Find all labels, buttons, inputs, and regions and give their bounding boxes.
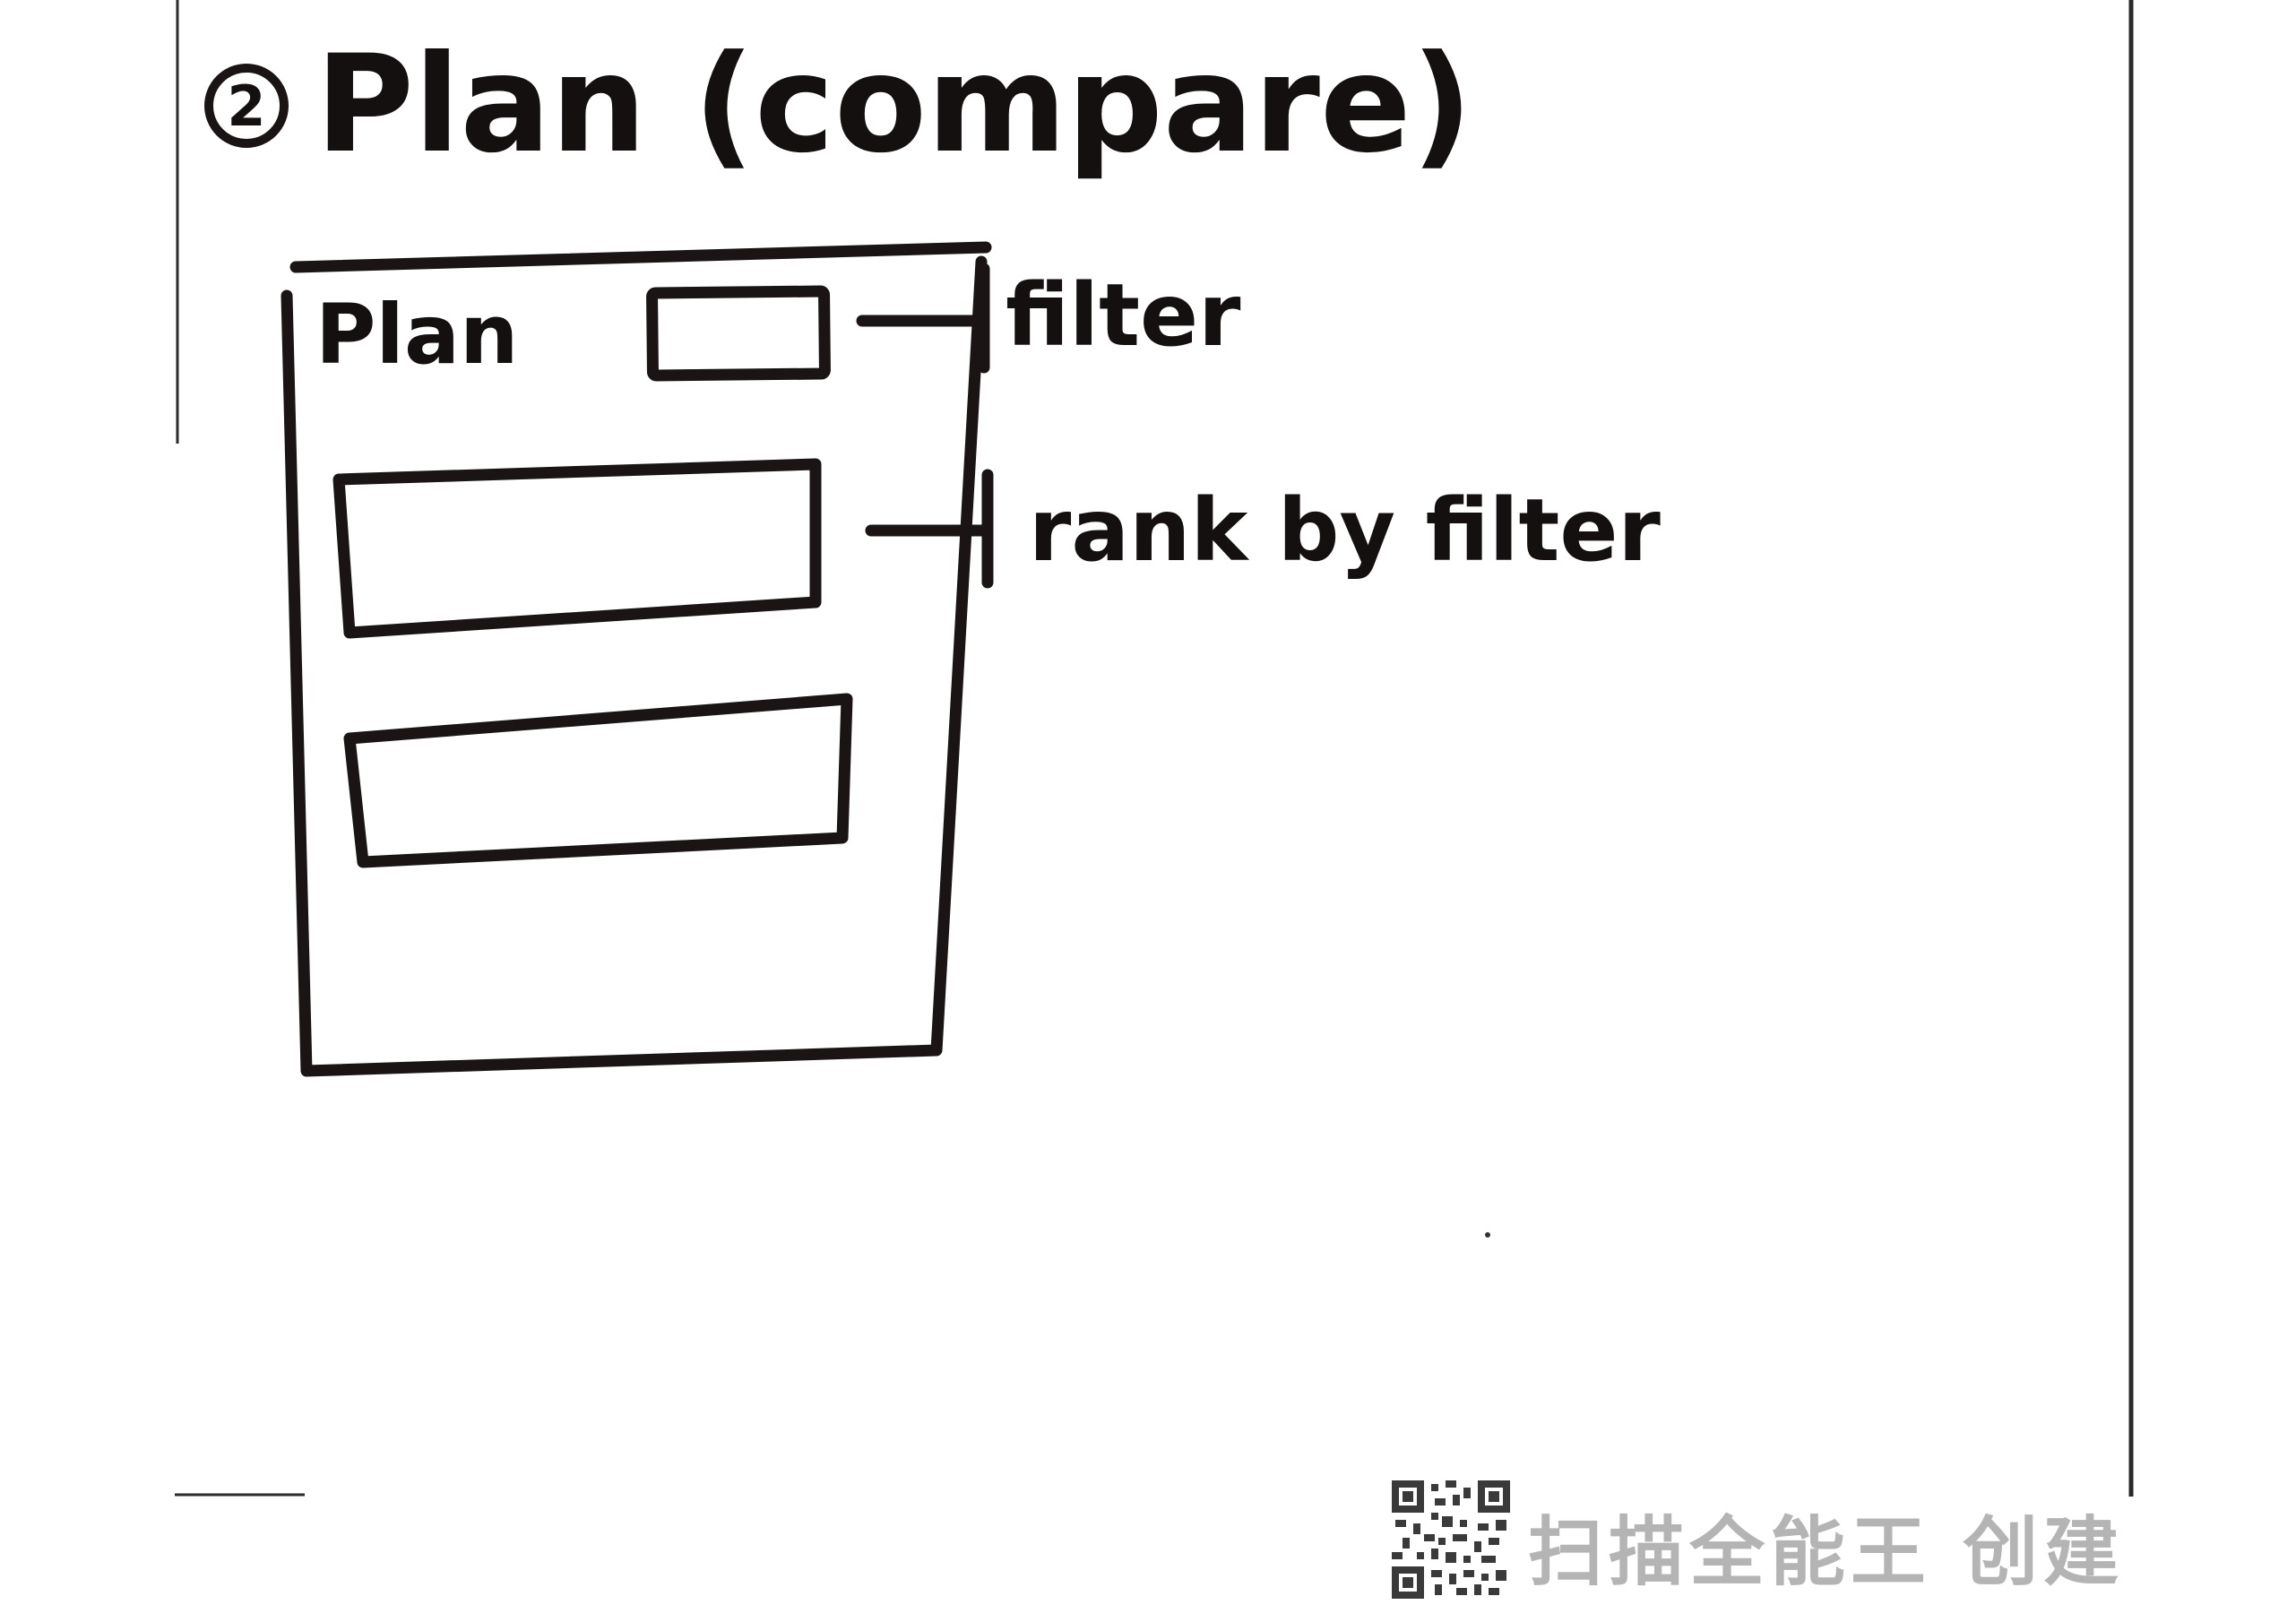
sketch-canvas: 2 Plan (compare) Plan filter rank by fil… bbox=[175, 0, 2134, 1497]
ranked-card-1[interactable] bbox=[332, 458, 822, 639]
step-number-badge: 2 bbox=[204, 64, 289, 148]
scanner-watermark: 扫描全能王 创建 bbox=[1528, 1508, 2125, 1596]
panel-header-label: Plan bbox=[315, 287, 519, 383]
ranked-card-2[interactable] bbox=[343, 693, 853, 868]
rank-annotation: rank by filter bbox=[1029, 480, 1662, 581]
panel-frame-top bbox=[289, 241, 992, 273]
step-number: 2 bbox=[227, 73, 265, 139]
ink-dot bbox=[1485, 1232, 1490, 1238]
qr-code-icon bbox=[1392, 1480, 1510, 1599]
filter-box[interactable] bbox=[646, 285, 831, 382]
page-title: Plan (compare) bbox=[315, 27, 1472, 183]
panel-frame bbox=[281, 255, 988, 1077]
filter-annotation: filter bbox=[1006, 265, 1241, 366]
